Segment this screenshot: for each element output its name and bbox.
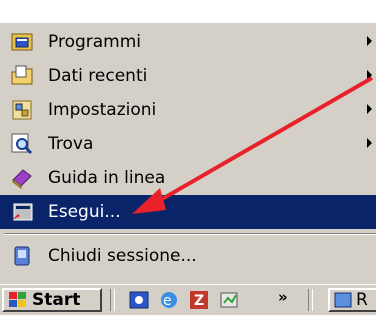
start-label: Start <box>32 290 81 310</box>
svg-text:Z: Z <box>194 293 204 309</box>
taskbar-button-label: R <box>356 290 368 310</box>
outlook-icon[interactable] <box>128 290 150 310</box>
quicklaunch-overflow-icon[interactable]: » <box>278 288 288 306</box>
document-icon[interactable] <box>218 290 240 310</box>
taskbar: Start e Z » R <box>0 284 376 315</box>
internet-explorer-icon[interactable]: e <box>158 290 180 310</box>
quicklaunch-divider <box>308 289 313 311</box>
quicklaunch-divider <box>110 289 115 311</box>
windows-flag-icon <box>8 291 28 309</box>
annotation-arrow-icon <box>132 76 373 214</box>
taskbar-button[interactable]: R <box>328 288 376 312</box>
start-button[interactable]: Start <box>2 288 102 312</box>
svg-text:e: e <box>163 293 172 309</box>
app-icon <box>334 291 352 309</box>
filezilla-icon[interactable]: Z <box>188 290 210 310</box>
